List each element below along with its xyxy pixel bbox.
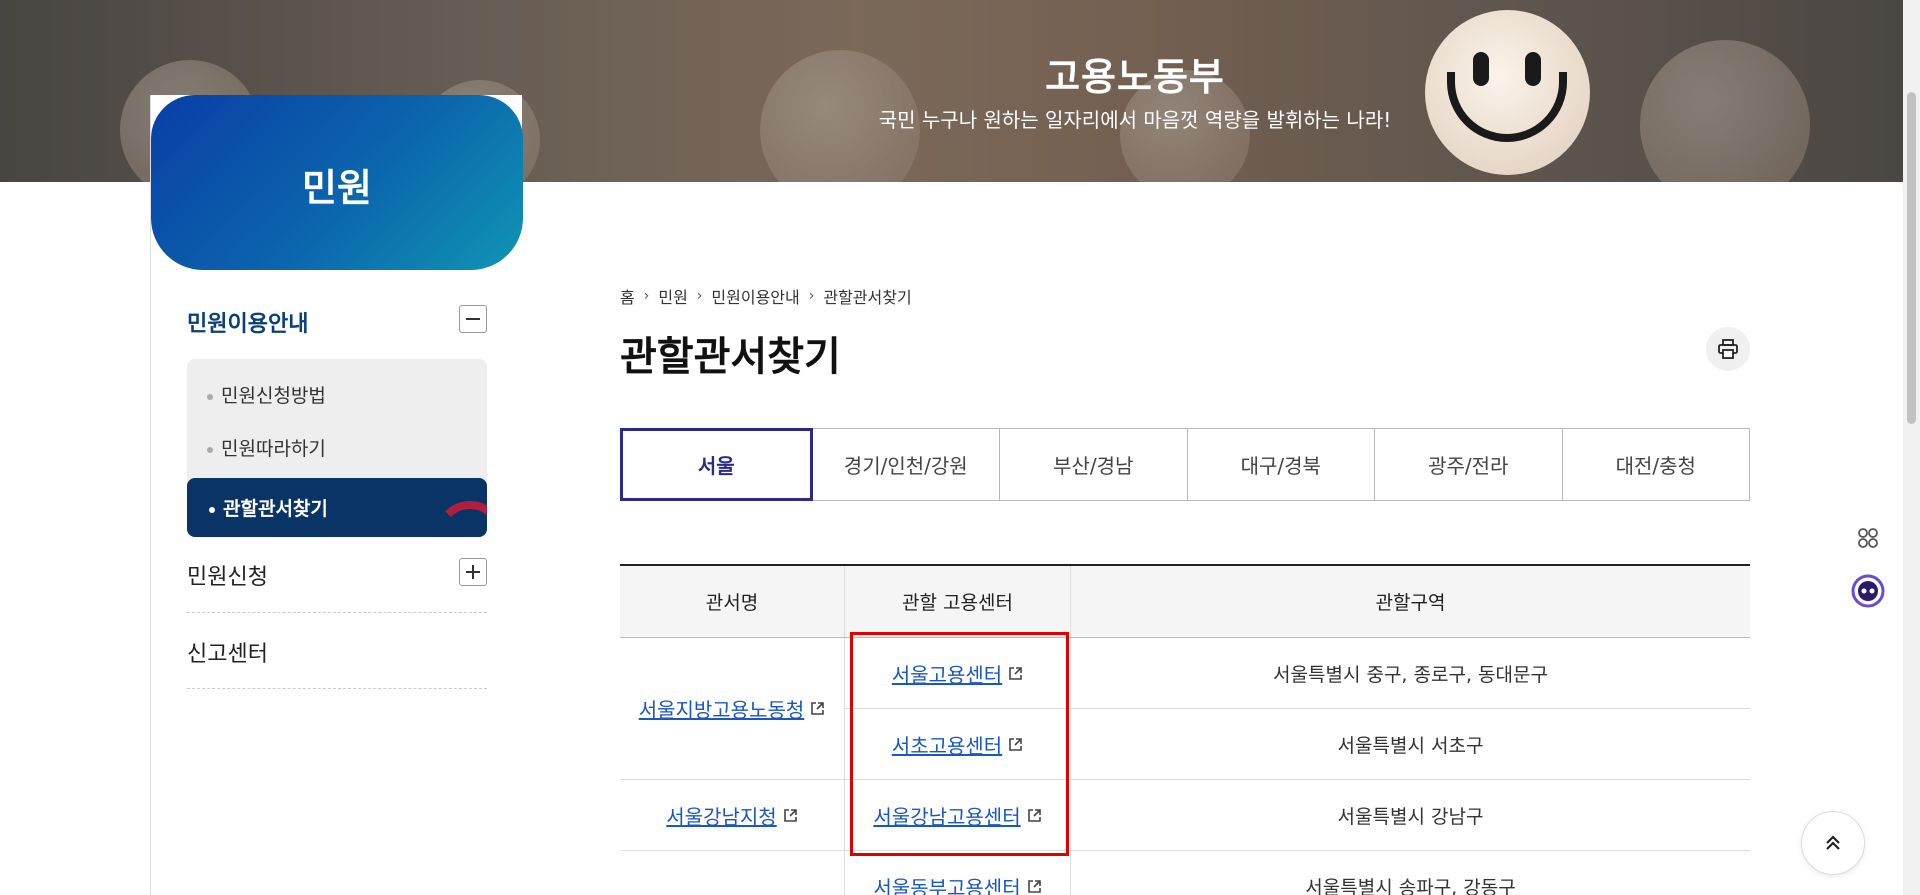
tab-gyeonggi[interactable]: 경기/인천/강원	[812, 428, 1000, 501]
scrollbar-thumb[interactable]	[1907, 92, 1916, 424]
office-link[interactable]: 서울강남지청	[666, 801, 797, 830]
nav-group-label[interactable]: 신고센터	[187, 636, 268, 668]
tab-daejeon[interactable]: 대전/충청	[1562, 428, 1750, 501]
center-link[interactable]: 서울동부고용센터	[873, 872, 1041, 895]
area-cell: 서울특별시 송파구, 강동구	[1305, 876, 1516, 895]
decoration	[435, 501, 487, 537]
area-cell: 서울특별시 서초구	[1337, 734, 1484, 757]
center-cell: 서울동부고용센터	[845, 851, 1071, 895]
breadcrumb: 홈 › 민원 › 민원이용안내 › 관할관서찾기	[620, 284, 912, 308]
column-header: 관서명	[620, 566, 845, 637]
office-cell: 서울지방고용노동청	[620, 638, 845, 780]
nav-group-label[interactable]: 민원이용안내	[187, 306, 308, 338]
chevron-right-icon: ›	[643, 288, 650, 304]
scrollbar[interactable]	[1903, 0, 1920, 895]
tab-busan[interactable]: 부산/경남	[1000, 428, 1188, 501]
area-cell: 서울특별시 중구, 종로구, 동대문구	[1273, 663, 1548, 686]
chevron-right-icon: ›	[696, 288, 703, 304]
center-cell: 서울고용센터	[845, 638, 1071, 708]
sidebar-header: 민원	[151, 95, 523, 270]
office-cell	[620, 852, 845, 895]
center-link[interactable]: 서울강남고용센터	[873, 801, 1041, 830]
subnav-item-label: 관할관서찾기	[209, 494, 328, 521]
breadcrumb-item[interactable]: 민원	[658, 284, 687, 308]
divider	[187, 612, 487, 613]
print-button[interactable]	[1706, 327, 1750, 371]
chatbot-icon[interactable]	[1848, 571, 1888, 611]
subnav-item[interactable]: 민원따라하기	[207, 434, 326, 461]
chevron-right-icon: ›	[808, 288, 815, 304]
office-table: 관서명 관할 고용센터 관할구역 서울고용센터 서울특별시 중구, 종로구, 동…	[620, 564, 1750, 895]
breadcrumb-item[interactable]: 민원이용안내	[711, 284, 799, 308]
external-link-icon	[783, 809, 797, 822]
printer-icon	[1718, 339, 1738, 359]
page-title: 관할관서찾기	[620, 334, 841, 380]
breadcrumb-home[interactable]: 홈	[620, 284, 635, 308]
external-link-icon	[1009, 666, 1023, 680]
shortcut-icon[interactable]	[1848, 518, 1888, 558]
sidebar-title: 민원	[302, 166, 372, 210]
column-header: 관할 고용센터	[845, 566, 1071, 637]
center-link[interactable]: 서울고용센터	[892, 659, 1023, 688]
center-cell: 서울강남고용센터	[845, 780, 1071, 850]
collapse-icon[interactable]	[459, 305, 487, 333]
tab-seoul[interactable]: 서울	[620, 428, 813, 501]
subnav-item[interactable]: 민원신청방법	[207, 381, 326, 408]
office-link[interactable]: 서울지방고용노동청	[639, 694, 826, 723]
sidebar: 민원 민원이용안내 민원신청방법 민원따라하기 관할관서찾기 민원신청 신고센터	[150, 95, 523, 895]
nav-group-report[interactable]: 신고센터	[187, 632, 487, 668]
double-chevron-up-icon	[1826, 835, 1840, 850]
office-cell: 서울강남지청	[620, 781, 845, 851]
tab-daegu[interactable]: 대구/경북	[1187, 428, 1375, 501]
center-cell: 서초고용센터	[845, 709, 1071, 779]
divider	[187, 688, 487, 689]
area-cell: 서울특별시 강남구	[1337, 805, 1484, 828]
site-title: 고용노동부	[1045, 55, 1225, 99]
expand-icon[interactable]	[459, 558, 487, 586]
external-link-icon	[1027, 808, 1041, 822]
table-header: 관서명 관할 고용센터 관할구역	[620, 566, 1750, 638]
region-tabs: 서울 경기/인천/강원 부산/경남 대구/경북 광주/전라 대전/충청	[620, 428, 1750, 501]
nav-group-guide[interactable]: 민원이용안내	[187, 302, 487, 338]
nav-group-apply[interactable]: 민원신청	[187, 555, 487, 591]
external-link-icon	[1027, 879, 1041, 893]
column-header: 관할구역	[1375, 592, 1446, 614]
external-link-icon	[811, 702, 825, 715]
table-body: 서울고용센터 서울특별시 중구, 종로구, 동대문구 서초고용센터 서울특별시 …	[620, 638, 1750, 895]
center-link[interactable]: 서초고용센터	[892, 730, 1023, 759]
nav-group-label[interactable]: 민원신청	[187, 559, 268, 591]
tab-gwangju[interactable]: 광주/전라	[1375, 428, 1563, 501]
scroll-top-button[interactable]	[1801, 811, 1865, 875]
breadcrumb-current: 관할관서찾기	[823, 288, 912, 307]
external-link-icon	[1009, 737, 1023, 751]
subnav-item-active[interactable]: 관할관서찾기	[187, 478, 487, 537]
